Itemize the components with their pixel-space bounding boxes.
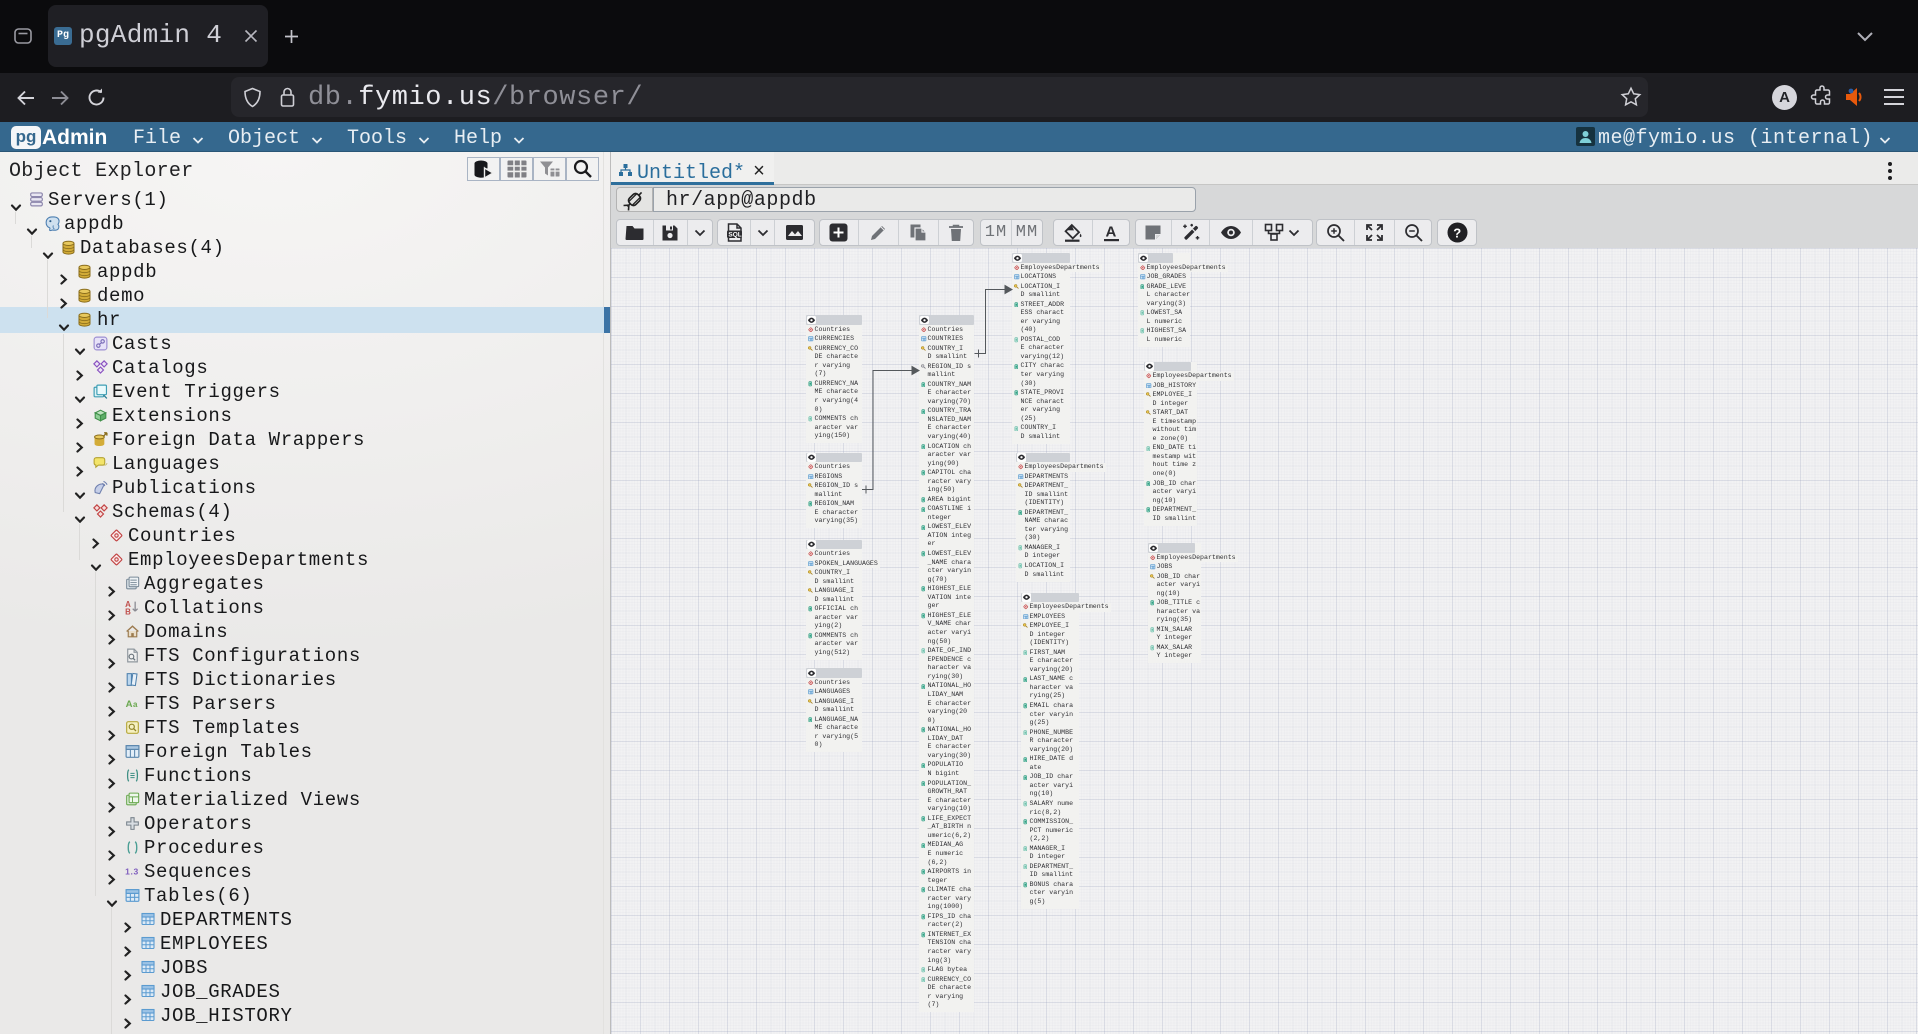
svg-text:A: A	[1105, 224, 1116, 241]
svg-text:B: B	[125, 607, 131, 616]
svg-text:?: ?	[1453, 226, 1461, 241]
svg-text:SQL: SQL	[728, 232, 741, 239]
svg-text:a: a	[133, 700, 138, 709]
svg-text:1.3: 1.3	[125, 867, 139, 877]
